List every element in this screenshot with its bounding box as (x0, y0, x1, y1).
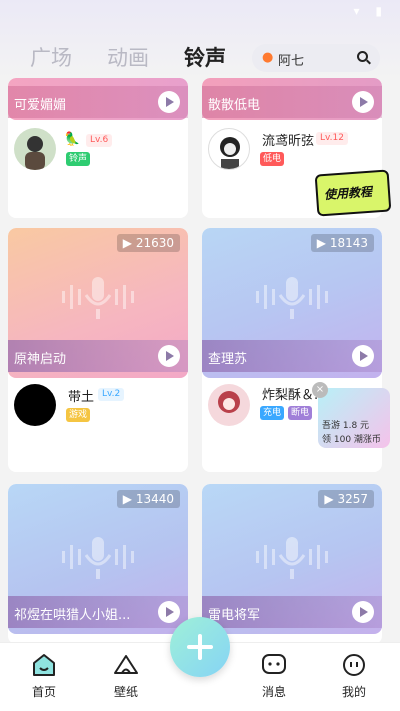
nav-home-label: 首页 (31, 685, 56, 699)
card-title: 祁煜在哄猎人小姐... (14, 608, 131, 623)
microphone-icon (256, 537, 328, 579)
ringtone-card[interactable]: ▶ 21630 原神启动 带土 Lv.2 游戏 (8, 228, 188, 472)
tutorial-button[interactable]: 使用教程 (314, 169, 392, 217)
avatar[interactable] (208, 384, 250, 426)
search-input[interactable]: ● 阿七 (252, 44, 380, 72)
play-button[interactable] (352, 345, 374, 367)
card-title-bar: 雷电将军 (202, 596, 382, 628)
nav-profile[interactable]: 我的 (324, 653, 384, 700)
duration-badge: ▶ 21630 (116, 234, 180, 252)
nav-messages[interactable]: 消息 (244, 653, 304, 700)
card-title-bar: 原神启动 (8, 340, 188, 372)
user-name[interactable]: 带土 (68, 386, 94, 405)
duration-badge: ▶ 13440 (116, 490, 180, 508)
card-title-bar: 可爱媚媚 (8, 86, 188, 118)
tutorial-label: 使用教程 (323, 184, 373, 203)
tag-badge: 低电 (260, 152, 285, 166)
nav-profile-label: 我的 (341, 685, 366, 699)
status-icons: ▾ ▮ (353, 4, 388, 18)
nav-messages-label: 消息 (261, 685, 286, 699)
user-name-icon: 🦜 (64, 132, 81, 147)
create-button[interactable] (170, 617, 230, 677)
fire-icon: ● (262, 50, 274, 65)
card-title: 原神启动 (14, 352, 67, 367)
status-bar: ▾ ▮ (0, 0, 400, 22)
avatar[interactable] (208, 128, 250, 170)
tag-badge: 游戏 (66, 408, 91, 422)
wallpaper-icon (113, 653, 139, 677)
card-title-bar: 散散低电 (202, 86, 382, 118)
card-title: 散散低电 (208, 98, 261, 113)
play-button[interactable] (352, 601, 374, 623)
avatar[interactable] (14, 128, 56, 170)
level-badge: Lv.6 (86, 134, 113, 147)
duration-badge: ▶ 18143 (310, 234, 374, 252)
duration-badge: ▶ 3257 (318, 490, 374, 508)
nav-wallpaper[interactable]: 壁纸 (96, 653, 156, 700)
nav-wallpaper-label: 壁纸 (113, 685, 138, 699)
close-icon[interactable]: × (312, 382, 328, 398)
level-badge: Lv.2 (98, 388, 125, 401)
ringtone-card[interactable]: 可爱媚媚 🦜 Lv.6 铃声 (8, 78, 188, 218)
play-button[interactable] (158, 345, 180, 367)
play-button[interactable] (158, 601, 180, 623)
microphone-icon (256, 277, 328, 319)
home-icon (31, 653, 57, 677)
ringtone-card[interactable]: ▶ 13440 祁煜在哄猎人小姐... (8, 484, 188, 644)
microphone-icon (62, 537, 134, 579)
tag-badge: 断电 (288, 406, 313, 420)
tab-animation[interactable]: 动画 (107, 42, 149, 72)
tag-badge: 铃声 (66, 152, 91, 166)
level-badge: Lv.12 (316, 132, 348, 145)
message-icon (261, 653, 287, 677)
play-button[interactable] (158, 91, 180, 113)
search-keyword: 阿七 (278, 54, 305, 69)
nav-home[interactable]: 首页 (14, 653, 74, 700)
ringtone-card[interactable]: ▶ 3257 雷电将军 (202, 484, 382, 644)
card-title-bar: 祁煜在哄猎人小姐... (8, 596, 188, 628)
card-title: 可爱媚媚 (14, 98, 67, 113)
card-title-bar: 查理苏 (202, 340, 382, 372)
search-icon[interactable] (357, 51, 368, 62)
promo-line-1: 吾游 1.8 元 (322, 421, 370, 431)
user-name[interactable]: 流鸢昕弦 (262, 130, 314, 149)
card-title: 查理苏 (208, 352, 248, 367)
microphone-icon (62, 277, 134, 319)
profile-icon (341, 653, 367, 677)
tab-ringtone[interactable]: 铃声 (184, 42, 226, 72)
play-button[interactable] (352, 91, 374, 113)
tag-badge: 充电 (260, 406, 285, 420)
promo-banner[interactable]: × 吾游 1.8 元 领 100 潮涨币 (312, 382, 390, 448)
tab-plaza[interactable]: 广场 (30, 42, 72, 72)
promo-line-2: 领 100 潮涨币 (322, 435, 381, 445)
avatar[interactable] (14, 384, 56, 426)
card-title: 雷电将军 (208, 608, 261, 623)
